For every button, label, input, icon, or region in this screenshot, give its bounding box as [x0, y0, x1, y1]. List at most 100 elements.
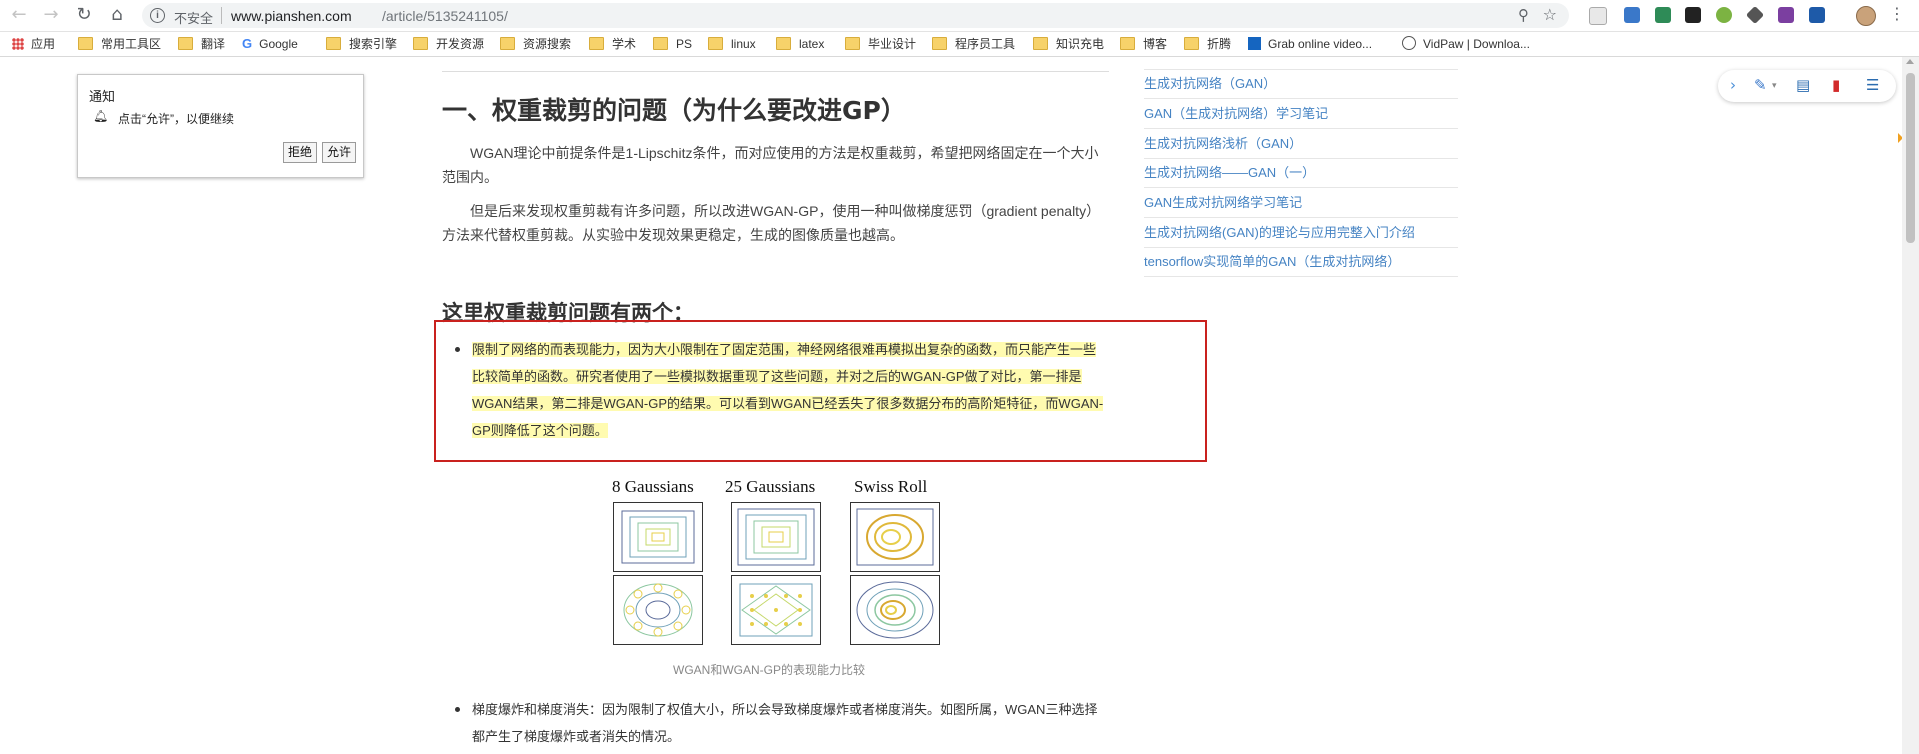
bookmark-label: linux — [731, 37, 756, 51]
sidebar-link[interactable]: 生成对抗网络——GAN（一） — [1144, 158, 1458, 188]
sidebar-link[interactable]: 生成对抗网络（GAN） — [1144, 69, 1458, 99]
bookmark-folder[interactable]: 博客 — [1120, 36, 1167, 52]
bell-icon: 🔔︎ — [93, 109, 109, 123]
figure-title: Swiss Roll — [854, 477, 928, 496]
plot-panel — [613, 502, 703, 572]
plot-panel — [613, 575, 703, 645]
bookmark-vidpaw[interactable]: VidPaw | Downloa... — [1402, 36, 1530, 52]
folder-icon — [776, 37, 791, 50]
bookmark-folder[interactable]: 知识充电 — [1033, 36, 1104, 52]
bookmark-label: 学术 — [612, 37, 637, 51]
bookmark-label: 毕业设计 — [868, 37, 917, 51]
bookmark-folder[interactable]: 翻译 — [178, 36, 225, 52]
floating-tool-panel: › ✎ ▾ ▤ ▮ ☰ — [1718, 70, 1896, 102]
bookmark-label: 常用工具区 — [101, 37, 162, 51]
bookmark-folder[interactable]: PS — [653, 36, 692, 52]
reload-icon[interactable]: ↻ — [73, 4, 95, 26]
bookmark-icon[interactable]: ▮ — [1832, 76, 1840, 94]
bookmark-label: 资源搜索 — [523, 37, 572, 51]
bookmark-label: 翻译 — [201, 37, 226, 51]
bookmark-grab[interactable]: Grab online video... — [1248, 36, 1372, 52]
home-icon[interactable]: ⌂ — [106, 4, 128, 26]
eraser-extension-icon[interactable] — [1745, 5, 1765, 25]
url-path[interactable]: /article/5135241105/ — [382, 8, 508, 24]
back-icon[interactable]: ← — [8, 4, 30, 26]
sidebar-link[interactable]: GAN生成对抗网络学习笔记 — [1144, 188, 1458, 218]
browser-menu-icon[interactable]: ⋮ — [1889, 4, 1905, 23]
folder-icon — [78, 37, 93, 50]
address-bar[interactable]: i 不安全 www.pianshen.com /article/51352411… — [142, 3, 1569, 28]
bookmark-label: 折腾 — [1207, 37, 1232, 51]
notification-popup: 通知 🔔︎ 点击“允许”，以便继续 拒绝 允许 — [77, 74, 364, 178]
list-item: 限制了网络的而表现能力，因为大小限制在了固定范围，神经网络很难再模拟出复杂的函数… — [455, 336, 1105, 444]
sidebar-link[interactable]: tensorflow实现简单的GAN（生成对抗网络） — [1144, 247, 1458, 277]
page-scrollbar[interactable] — [1902, 57, 1919, 754]
bookmark-star-icon[interactable]: ☆ — [1543, 5, 1557, 25]
page-extension-icon[interactable] — [1589, 7, 1607, 25]
sidebar-link[interactable]: GAN（生成对抗网络）学习笔记 — [1144, 99, 1458, 129]
bookmark-folder[interactable]: 开发资源 — [413, 36, 484, 52]
folder-icon — [178, 37, 193, 50]
blue-extension-icon[interactable] — [1809, 7, 1825, 23]
bullet-list: 限制了网络的而表现能力，因为大小限制在了固定范围，神经网络很难再模拟出复杂的函数… — [455, 336, 1105, 444]
bullet-list: 梯度爆炸和梯度消失：因为限制了权值大小，所以会导致梯度爆炸或者梯度消失。如图所属… — [455, 696, 1105, 750]
omnibox-divider — [221, 7, 222, 24]
dark-extension-icon[interactable] — [1685, 7, 1701, 23]
plot-panel — [850, 502, 940, 572]
badge-extension-icon[interactable] — [1716, 7, 1732, 23]
folder-icon — [500, 37, 515, 50]
browser-toolbar: ← → ↻ ⌂ i 不安全 www.pianshen.com /article/… — [0, 0, 1919, 32]
green-extension-icon[interactable] — [1655, 7, 1671, 23]
folder-icon — [326, 37, 341, 50]
vidpaw-icon — [1402, 36, 1416, 50]
bookmarks-bar: 应用 常用工具区 翻译 G Google 搜索引擎 开发资源 资源搜索 学术 PS… — [0, 32, 1919, 57]
bookmark-folder[interactable]: 常用工具区 — [78, 36, 161, 52]
bookmark-apps[interactable]: 应用 — [12, 36, 55, 52]
bookmark-label: 博客 — [1143, 37, 1168, 51]
info-icon[interactable]: i — [150, 8, 165, 23]
folder-icon — [932, 37, 947, 50]
folder-icon — [1184, 37, 1199, 50]
security-label: 不安全 — [174, 11, 214, 26]
bookmark-folder[interactable]: latex — [776, 36, 824, 52]
allow-button[interactable]: 允许 — [322, 142, 357, 163]
grab-icon — [1248, 37, 1261, 50]
folder-icon — [845, 37, 860, 50]
bookmark-folder[interactable]: 程序员工具 — [932, 36, 1015, 52]
bookmark-folder[interactable]: 毕业设计 — [845, 36, 916, 52]
chevron-down-icon[interactable]: ▾ — [1772, 81, 1777, 91]
bookmark-folder[interactable]: 资源搜索 — [500, 36, 571, 52]
bookmark-folder[interactable]: 学术 — [589, 36, 636, 52]
notification-title: 通知 — [89, 89, 116, 104]
bookmark-folder[interactable]: 搜索引擎 — [326, 36, 397, 52]
google-icon: G — [242, 36, 253, 51]
off-extension-icon[interactable] — [1624, 7, 1640, 23]
deny-button[interactable]: 拒绝 — [283, 142, 318, 163]
folder-icon — [653, 37, 668, 50]
sidebar-link[interactable]: 生成对抗网络(GAN)的理论与应用完整入门介绍 — [1144, 218, 1458, 248]
bookmark-label: PS — [676, 37, 693, 51]
bookmark-folder[interactable]: 折腾 — [1184, 36, 1231, 52]
apps-grid-icon — [12, 38, 24, 50]
profile-avatar-icon[interactable] — [1856, 6, 1876, 26]
forward-icon[interactable]: → — [40, 4, 62, 26]
bookmark-google[interactable]: G Google — [242, 36, 298, 52]
chevron-right-icon[interactable]: › — [1730, 76, 1736, 94]
list-item-text: 梯度爆炸和梯度消失：因为限制了权值大小，所以会导致梯度爆炸或者梯度消失。如图所属… — [472, 702, 1098, 744]
url-host[interactable]: www.pianshen.com — [231, 8, 352, 24]
note-icon[interactable]: ▤ — [1796, 76, 1810, 94]
bookmark-label: Grab online video... — [1268, 37, 1373, 51]
pen-icon[interactable]: ✎ — [1754, 76, 1767, 94]
zoom-icon[interactable]: ⚲ — [1518, 6, 1529, 24]
folder-icon — [708, 37, 723, 50]
bookmark-label: 开发资源 — [436, 37, 485, 51]
sidebar-link[interactable]: 生成对抗网络浅析（GAN） — [1144, 129, 1458, 159]
bookmark-folder[interactable]: linux — [708, 36, 756, 52]
folder-icon — [1120, 37, 1135, 50]
bookmark-label: 知识充电 — [1056, 37, 1105, 51]
scroll-up-icon[interactable] — [1906, 59, 1914, 64]
scroll-thumb[interactable] — [1906, 73, 1915, 243]
list-icon[interactable]: ☰ — [1866, 76, 1879, 94]
page-content: 一、权重裁剪的问题（为什么要改进GP） WGAN理论中前提条件是1-Lipsch… — [0, 57, 1919, 754]
onenote-icon[interactable] — [1778, 7, 1794, 23]
